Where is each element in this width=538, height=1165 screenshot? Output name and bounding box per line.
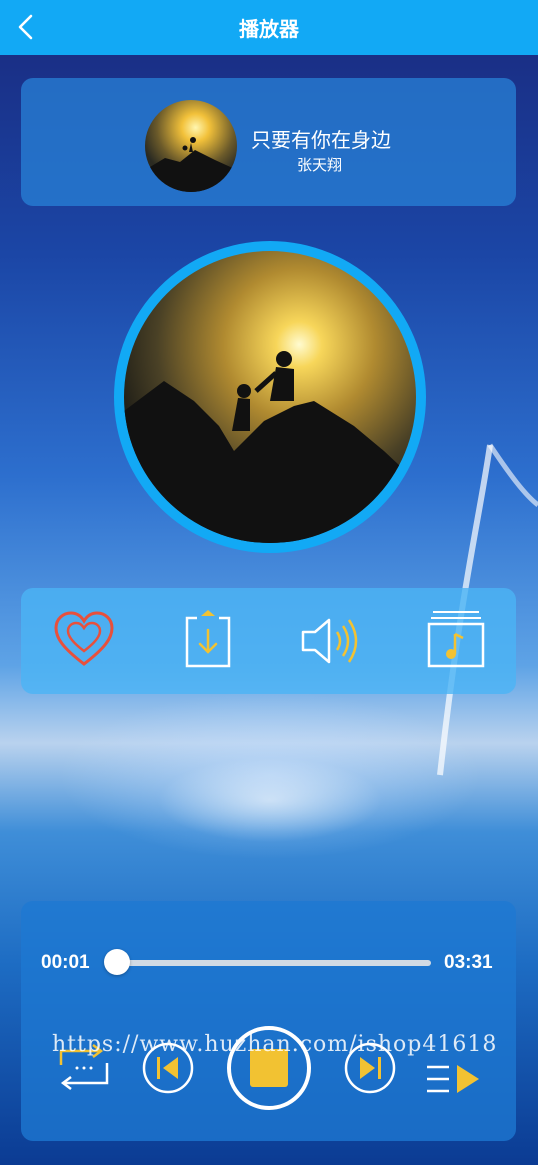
queue-icon[interactable] bbox=[425, 1061, 481, 1097]
music-folder-icon[interactable] bbox=[425, 610, 487, 672]
song-artist: 张天翔 bbox=[297, 157, 343, 174]
page-title: 播放器 bbox=[239, 19, 299, 41]
album-cover-image bbox=[124, 251, 416, 543]
progress-thumb[interactable] bbox=[103, 949, 130, 975]
player-controls-card: 00:01 03:31 bbox=[21, 901, 516, 1141]
song-info-card: 只要有你在身边 张天翔 bbox=[21, 78, 516, 206]
progress-track[interactable] bbox=[113, 960, 431, 966]
chevron-left-icon[interactable] bbox=[14, 12, 38, 42]
watermark-text: https://www.huzhan.com/ishop41618 bbox=[52, 1032, 498, 1057]
total-time: 03:31 bbox=[444, 952, 493, 973]
album-cover-disc bbox=[114, 241, 426, 553]
speaker-icon[interactable] bbox=[301, 610, 363, 672]
action-bar bbox=[21, 588, 516, 694]
song-title: 只要有你在身边 bbox=[251, 130, 391, 152]
download-icon[interactable] bbox=[177, 610, 239, 672]
app-header: 播放器 bbox=[0, 0, 538, 55]
heart-icon[interactable] bbox=[53, 610, 115, 672]
album-thumbnail bbox=[145, 100, 237, 192]
current-time: 00:01 bbox=[41, 952, 90, 973]
